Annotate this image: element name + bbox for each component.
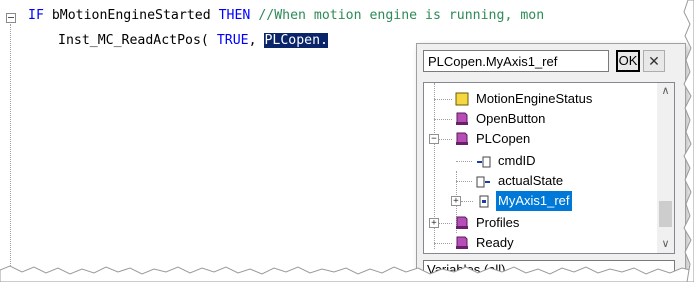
tree-item-label: Ready [476, 235, 514, 250]
object-icon [456, 112, 468, 125]
fold-guide-line [10, 24, 11, 270]
folder-icon [455, 92, 469, 106]
reference-variable-icon [479, 195, 489, 208]
collapse-toggle[interactable] [6, 13, 16, 23]
object-icon [456, 236, 468, 249]
tree-item-label: Profiles [476, 215, 520, 230]
expand-icon[interactable]: + [429, 218, 439, 228]
tree-guide-line [456, 181, 472, 182]
input-variable-icon [477, 156, 491, 168]
code-line-2[interactable]: Inst_MC_ReadActPos( TRUE, PLCopen. [58, 32, 329, 50]
chevron-down-icon[interactable]: ∨ [657, 236, 674, 253]
tree-guide-line [461, 201, 473, 202]
tree-item-label: MotionEngineStatus [476, 91, 593, 106]
output-variable-icon [476, 176, 490, 188]
tree-guide-line [456, 161, 472, 162]
ok-button[interactable]: OK [616, 50, 640, 72]
tree-item-label: MyAxis1_ref [496, 191, 572, 211]
torn-edge-bottom [0, 265, 694, 282]
collapse-icon[interactable]: − [429, 134, 439, 144]
selected-text: PLCopen. [264, 33, 329, 48]
object-icon [456, 132, 468, 145]
tree-scrollbar[interactable]: ∧ ∨ [657, 83, 674, 253]
code-line-1[interactable]: IF bMotionEngineStarted THEN //When moti… [28, 7, 544, 25]
tree-guide-line [434, 119, 452, 120]
tree-guide-line [439, 139, 452, 140]
close-button[interactable]: ✕ [643, 50, 665, 72]
scrollbar-thumb[interactable] [659, 201, 672, 227]
keyword-if: IF [28, 8, 44, 23]
chevron-up-icon[interactable]: ∧ [657, 83, 674, 100]
code-comment: //When motion engine is running, mon [258, 8, 545, 23]
tree-guide-line [434, 243, 452, 244]
object-icon [456, 216, 468, 229]
keyword-then: THEN [218, 8, 251, 23]
tree-guide-line [439, 223, 452, 224]
tree-item-label: actualState [498, 173, 564, 188]
tree-item-label: OpenButton [476, 111, 546, 126]
tree-guide-line [434, 99, 452, 100]
function-call: Inst_MC_ReadActPos( [58, 33, 209, 48]
variable-tree[interactable]: MotionEngineStatus OpenButton − PLCopen … [423, 82, 675, 254]
torn-edge-right [683, 0, 694, 282]
tree-item-label: PLCopen [476, 131, 531, 146]
path-input[interactable] [423, 50, 609, 72]
variable-name: bMotionEngineStarted [51, 8, 211, 23]
comma: , [248, 33, 257, 48]
autocomplete-popup[interactable]: OK ✕ MotionEngineStatus OpenButton − PLC… [416, 43, 686, 280]
tree-item-label: cmdID [498, 153, 536, 168]
expand-icon[interactable]: + [451, 196, 461, 206]
keyword-true: TRUE [216, 33, 249, 48]
